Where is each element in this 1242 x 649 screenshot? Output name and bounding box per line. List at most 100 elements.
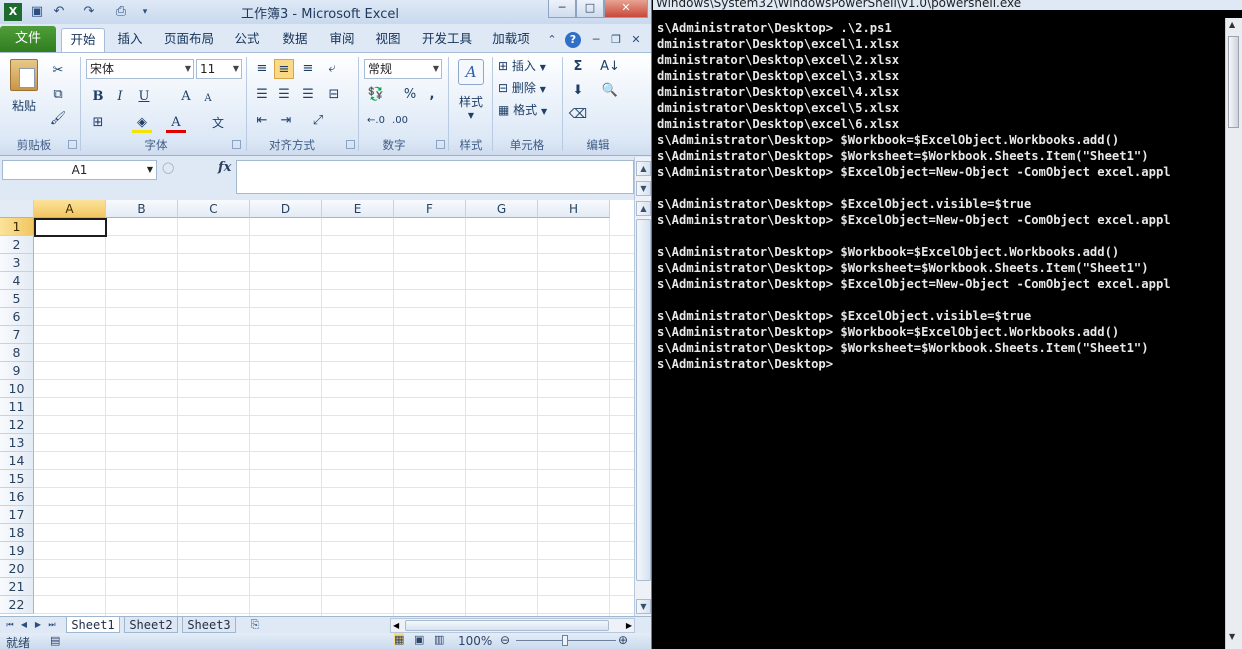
- tab-file[interactable]: 文件: [0, 26, 56, 52]
- paste-button[interactable]: 粘贴: [8, 57, 40, 117]
- insert-function-button[interactable]: fx: [218, 160, 231, 175]
- column-header-g[interactable]: G: [466, 200, 538, 218]
- row-header-9[interactable]: 9: [0, 362, 34, 380]
- row-header-3[interactable]: 3: [0, 254, 34, 272]
- prev-sheet-icon[interactable]: ◀: [18, 618, 30, 632]
- merge-center-icon[interactable]: ⊟: [324, 85, 344, 105]
- row-header-1[interactable]: 1: [0, 218, 34, 236]
- scroll-right-icon[interactable]: ▶: [626, 619, 632, 632]
- bold-button[interactable]: B: [88, 87, 108, 107]
- scroll-up-icon[interactable]: ▲: [636, 201, 651, 216]
- zoom-level[interactable]: 100%: [458, 634, 492, 648]
- border-icon[interactable]: ⊞: [88, 113, 108, 133]
- tab-page-layout[interactable]: 页面布局: [158, 28, 220, 52]
- tab-developer[interactable]: 开发工具: [416, 28, 478, 52]
- name-box[interactable]: A1 ▼: [2, 160, 157, 180]
- styles-button[interactable]: A 样式 ▼: [454, 57, 488, 127]
- align-bottom-icon[interactable]: ≡: [298, 59, 318, 79]
- active-cell[interactable]: [34, 218, 107, 237]
- font-color-button[interactable]: A: [166, 113, 186, 133]
- grow-font-button[interactable]: A: [176, 87, 196, 107]
- font-name-select[interactable]: 宋体 ▼: [86, 59, 194, 79]
- scroll-down-icon[interactable]: ▼: [1229, 632, 1235, 641]
- orientation-icon[interactable]: ⤢: [308, 111, 328, 131]
- hscroll-thumb[interactable]: [405, 620, 609, 631]
- currency-icon[interactable]: 💱: [366, 85, 386, 105]
- close-button[interactable]: ✕: [604, 0, 648, 18]
- last-sheet-icon[interactable]: ⏭: [46, 618, 58, 632]
- sheet-tab-sheet1[interactable]: Sheet1: [66, 617, 120, 633]
- row-header-8[interactable]: 8: [0, 344, 34, 362]
- comma-button[interactable]: ,: [422, 85, 442, 105]
- horizontal-scrollbar[interactable]: ◀ ▶: [390, 618, 635, 633]
- scroll-up-icon[interactable]: ▲: [636, 161, 651, 176]
- fill-icon[interactable]: ⬇: [568, 81, 588, 101]
- align-right-icon[interactable]: ☰: [298, 85, 318, 105]
- clipboard-launcher-icon[interactable]: [68, 140, 77, 149]
- row-header-6[interactable]: 6: [0, 308, 34, 326]
- collapse-ribbon-icon[interactable]: ⌃: [544, 32, 560, 48]
- vertical-scrollbar[interactable]: ▲ ▼ ▲ ▼: [634, 157, 651, 616]
- italic-button[interactable]: I: [110, 87, 130, 107]
- new-sheet-icon[interactable]: ⎘: [246, 618, 264, 632]
- format-cells-button[interactable]: ▦ 格式 ▼: [498, 101, 556, 121]
- powershell-scrollbar[interactable]: ▲ ▼: [1225, 18, 1242, 649]
- scroll-down-icon[interactable]: ▼: [636, 599, 651, 614]
- cut-icon[interactable]: ✂: [48, 61, 68, 81]
- scroll-up-icon[interactable]: ▲: [1229, 20, 1235, 29]
- alignment-launcher-icon[interactable]: [346, 140, 355, 149]
- percent-button[interactable]: %: [400, 85, 420, 105]
- font-size-select[interactable]: 11 ▼: [196, 59, 242, 79]
- number-launcher-icon[interactable]: [436, 140, 445, 149]
- insert-cells-button[interactable]: ⊞ 插入 ▼: [498, 57, 556, 77]
- copy-icon[interactable]: ⧉: [48, 85, 68, 105]
- zoom-slider-thumb[interactable]: [562, 635, 568, 646]
- row-header-4[interactable]: 4: [0, 272, 34, 290]
- sheet-tab-sheet2[interactable]: Sheet2: [124, 617, 178, 633]
- page-break-view-icon[interactable]: ▥: [434, 633, 444, 646]
- formula-input[interactable]: [236, 160, 634, 194]
- row-header-12[interactable]: 12: [0, 416, 34, 434]
- macro-record-icon[interactable]: ▤: [50, 634, 60, 647]
- minimize-button[interactable]: ─: [548, 0, 576, 18]
- row-header-11[interactable]: 11: [0, 398, 34, 416]
- tab-home[interactable]: 开始: [61, 28, 105, 52]
- row-header-16[interactable]: 16: [0, 488, 34, 506]
- scroll-left-icon[interactable]: ◀: [393, 619, 399, 632]
- select-all-corner[interactable]: [0, 200, 34, 218]
- doc-close-icon[interactable]: ✕: [628, 32, 644, 48]
- zoom-in-icon[interactable]: ⊕: [618, 633, 628, 647]
- row-header-18[interactable]: 18: [0, 524, 34, 542]
- row-header-20[interactable]: 20: [0, 560, 34, 578]
- font-launcher-icon[interactable]: [232, 140, 241, 149]
- row-header-19[interactable]: 19: [0, 542, 34, 560]
- column-header-a[interactable]: A: [34, 200, 106, 218]
- shrink-font-button[interactable]: A: [198, 89, 218, 109]
- number-format-select[interactable]: 常规 ▼: [364, 59, 442, 79]
- next-sheet-icon[interactable]: ▶: [32, 618, 44, 632]
- autosum-button[interactable]: Σ: [568, 57, 588, 77]
- restore-button[interactable]: □: [576, 0, 604, 18]
- zoom-out-icon[interactable]: ⊖: [500, 633, 510, 647]
- page-layout-view-icon[interactable]: ▣: [414, 633, 424, 646]
- delete-cells-button[interactable]: ⊟ 删除 ▼: [498, 79, 556, 99]
- align-center-icon[interactable]: ☰: [274, 85, 294, 105]
- decrease-decimal-icon[interactable]: .00: [390, 111, 410, 131]
- sheet-tab-sheet3[interactable]: Sheet3: [182, 617, 236, 633]
- row-header-13[interactable]: 13: [0, 434, 34, 452]
- sort-filter-icon[interactable]: A↓: [600, 57, 620, 77]
- column-header-e[interactable]: E: [322, 200, 394, 218]
- column-header-f[interactable]: F: [394, 200, 466, 218]
- row-header-21[interactable]: 21: [0, 578, 34, 596]
- align-left-icon[interactable]: ☰: [252, 85, 272, 105]
- underline-button[interactable]: U: [134, 87, 154, 107]
- wrap-text-icon[interactable]: ⤶: [322, 59, 342, 79]
- tab-review[interactable]: 审阅: [323, 28, 361, 52]
- help-icon[interactable]: ?: [565, 32, 581, 48]
- scroll-thumb[interactable]: [636, 219, 651, 581]
- tab-formulas[interactable]: 公式: [228, 28, 266, 52]
- clear-icon[interactable]: ⌫: [568, 105, 588, 125]
- find-select-icon[interactable]: 🔍: [600, 81, 620, 101]
- tab-insert[interactable]: 插入: [110, 28, 150, 52]
- fill-color-icon[interactable]: ◈: [132, 113, 152, 133]
